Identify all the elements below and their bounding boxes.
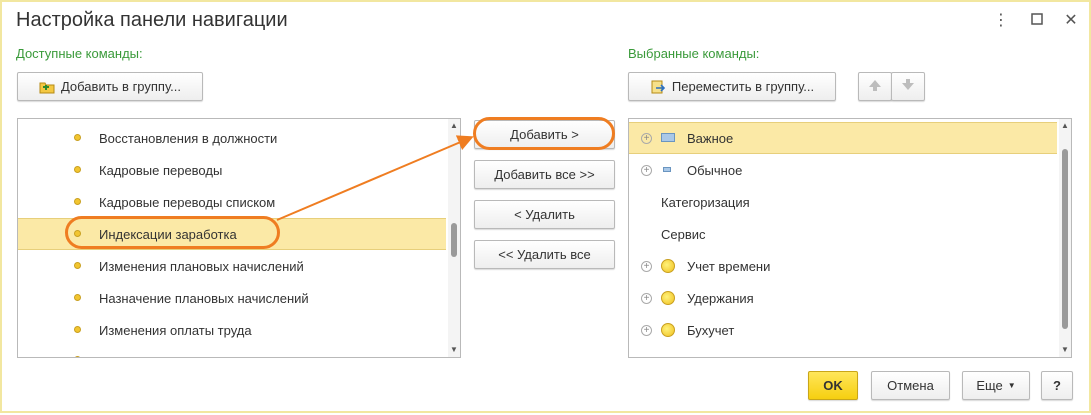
add-button[interactable]: Добавить > (474, 120, 615, 149)
expand-icon[interactable]: + (641, 324, 652, 336)
more-button[interactable]: Еще ▼ (962, 371, 1030, 400)
bullet-icon (74, 262, 81, 269)
yellow-circle-icon (661, 323, 675, 337)
normal-group-icon (663, 167, 671, 172)
list-item-selected[interactable]: Индексации заработка (18, 218, 446, 250)
dialog-window: Настройка панели навигации ⋮ ✕ Доступные… (0, 0, 1091, 413)
tree-item[interactable]: + Бухучет (629, 314, 1059, 346)
list-item[interactable]: Кадровые переводы списком (18, 186, 448, 218)
list-item[interactable]: Назначение плановых начислений (18, 282, 448, 314)
remove-all-button[interactable]: << Удалить все (474, 240, 615, 269)
left-scrollbar[interactable]: ▲ ▼ (448, 119, 460, 357)
expand-icon[interactable]: + (641, 260, 652, 272)
more-vertical-icon[interactable]: ⋮ (990, 10, 1012, 32)
tree-item-selected[interactable]: + Важное (629, 122, 1057, 154)
move-to-group-icon (650, 79, 666, 95)
selected-commands-list[interactable]: + Важное + Обычное Категоризация Сервис … (628, 118, 1072, 358)
tree-item[interactable]: + Обычное (629, 154, 1059, 186)
help-button[interactable]: ? (1041, 371, 1073, 400)
bullet-icon (74, 166, 81, 173)
tree-item[interactable]: + Учет времени (629, 250, 1059, 282)
scroll-thumb[interactable] (451, 223, 457, 257)
close-icon[interactable]: ✕ (1060, 10, 1082, 32)
bullet-icon (74, 326, 81, 333)
maximize-icon[interactable] (1026, 10, 1048, 32)
scroll-down-icon[interactable]: ▼ (448, 345, 460, 355)
dialog-title: Настройка панели навигации (16, 9, 288, 31)
yellow-circle-icon (661, 291, 675, 305)
tree-item[interactable]: + Удержания (629, 282, 1059, 314)
bullet-icon (74, 230, 81, 237)
scroll-thumb[interactable] (1062, 149, 1068, 329)
yellow-circle-icon (661, 259, 675, 273)
folder-add-icon (39, 79, 55, 95)
arrow-down-icon (901, 78, 915, 95)
expand-icon[interactable]: + (641, 164, 652, 176)
right-scrollbar[interactable]: ▲ ▼ (1059, 119, 1071, 357)
move-to-group-button[interactable]: Переместить в группу... (628, 72, 836, 101)
expand-icon[interactable]: + (641, 132, 652, 144)
arrow-up-icon (868, 78, 882, 95)
move-up-button[interactable] (858, 72, 892, 101)
scroll-down-icon[interactable]: ▼ (1059, 345, 1071, 355)
chevron-down-icon: ▼ (1007, 381, 1016, 390)
bullet-icon (74, 134, 81, 141)
list-item-partial (18, 346, 448, 357)
list-item[interactable]: Изменения плановых начислений (18, 250, 448, 282)
tree-item[interactable]: Сервис (629, 218, 1059, 250)
ok-button[interactable]: OK (808, 371, 858, 400)
list-item[interactable]: Изменения оплаты труда (18, 314, 448, 346)
scroll-up-icon[interactable]: ▲ (448, 121, 460, 131)
remove-button[interactable]: < Удалить (474, 200, 615, 229)
tree-item[interactable]: Категоризация (629, 186, 1059, 218)
cancel-button[interactable]: Отмена (871, 371, 950, 400)
list-item[interactable]: Восстановления в должности (18, 122, 448, 154)
bullet-icon (74, 294, 81, 301)
important-group-icon (661, 133, 675, 142)
move-down-button[interactable] (891, 72, 925, 101)
available-commands-list[interactable]: Восстановления в должности Кадровые пере… (17, 118, 461, 358)
available-commands-label: Доступные команды: (16, 46, 143, 61)
scroll-up-icon[interactable]: ▲ (1059, 121, 1071, 131)
selected-commands-label: Выбранные команды: (628, 46, 760, 61)
add-to-group-button[interactable]: Добавить в группу... (17, 72, 203, 101)
add-all-button[interactable]: Добавить все >> (474, 160, 615, 189)
expand-icon[interactable]: + (641, 292, 652, 304)
bullet-icon (74, 198, 81, 205)
list-item[interactable]: Кадровые переводы (18, 154, 448, 186)
